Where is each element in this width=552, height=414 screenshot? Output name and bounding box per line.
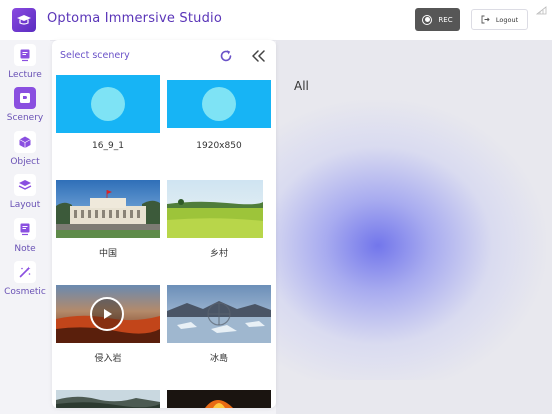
refresh-icon[interactable]: [218, 48, 234, 64]
logout-button[interactable]: Logout: [471, 9, 528, 30]
object-icon: [14, 131, 36, 153]
sidebar-item-label: Object: [10, 157, 40, 167]
scene-image: [56, 390, 160, 408]
sidebar-item-label: Scenery: [6, 113, 44, 123]
note-icon: [14, 218, 36, 240]
scenery-panel: Select scenery 16_9_1 1920x850 中国 乡村 侵入岩…: [52, 40, 276, 408]
scene-thumbnail[interactable]: [167, 180, 271, 238]
scenery-icon: [14, 87, 36, 109]
scene-image: [167, 390, 271, 408]
app-title: Optoma Immersive Studio: [47, 11, 223, 26]
sidebar-item-label: Note: [14, 244, 36, 254]
rec-label: REC: [438, 15, 453, 24]
scene-thumbnail[interactable]: [167, 80, 271, 128]
scene-label: 侵入岩: [94, 354, 122, 364]
record-icon: [422, 14, 433, 25]
scene-thumbnail[interactable]: [167, 390, 271, 408]
sidebar-item-layout[interactable]: Layout: [0, 174, 50, 210]
scene-label: 中国: [98, 249, 117, 259]
scene-thumbnail[interactable]: [56, 75, 160, 133]
scene-thumbnail[interactable]: [56, 285, 160, 343]
workspace-glow: [256, 100, 546, 380]
cosmetic-icon: [14, 261, 36, 283]
scene-image: [56, 180, 160, 238]
top-bar: Optoma Immersive Studio REC Logout: [0, 0, 552, 41]
scene-label: 16_9_1: [92, 141, 124, 151]
sidebar-item-cosmetic[interactable]: Cosmetic: [0, 261, 50, 297]
logout-icon: [481, 15, 490, 24]
collapse-icon[interactable]: [250, 48, 266, 64]
sidebar-item-label: Lecture: [8, 70, 42, 80]
sidebar-item-scenery[interactable]: Scenery: [0, 87, 50, 123]
scene-thumbnail[interactable]: [56, 390, 160, 408]
layout-icon: [14, 174, 36, 196]
sidebar: Lecture Scenery Object Layout Note Cosme…: [0, 40, 50, 414]
sidebar-item-lecture[interactable]: Lecture: [0, 44, 50, 80]
scene-workspace[interactable]: [256, 40, 552, 414]
logout-label: Logout: [495, 15, 519, 24]
panel-title: Select scenery: [60, 50, 130, 61]
sidebar-item-note[interactable]: Note: [0, 218, 50, 254]
scene-label: 1920x850: [196, 141, 242, 151]
rec-button[interactable]: REC: [415, 8, 460, 31]
scene-image: [167, 180, 263, 238]
sidebar-item-object[interactable]: Object: [0, 131, 50, 167]
filter-all[interactable]: All: [294, 79, 309, 93]
scene-thumbnail[interactable]: [167, 285, 271, 343]
scene-image: [167, 285, 271, 343]
signal-icon: [536, 6, 547, 15]
app-logo: [12, 8, 36, 32]
scene-label: 冰島: [209, 354, 228, 364]
lecture-icon: [14, 44, 36, 66]
play-icon[interactable]: [90, 297, 124, 331]
sidebar-item-label: Cosmetic: [4, 287, 46, 297]
sidebar-item-label: Layout: [9, 200, 41, 210]
scene-label: 乡村: [209, 249, 228, 259]
scene-thumbnail[interactable]: [56, 180, 160, 238]
